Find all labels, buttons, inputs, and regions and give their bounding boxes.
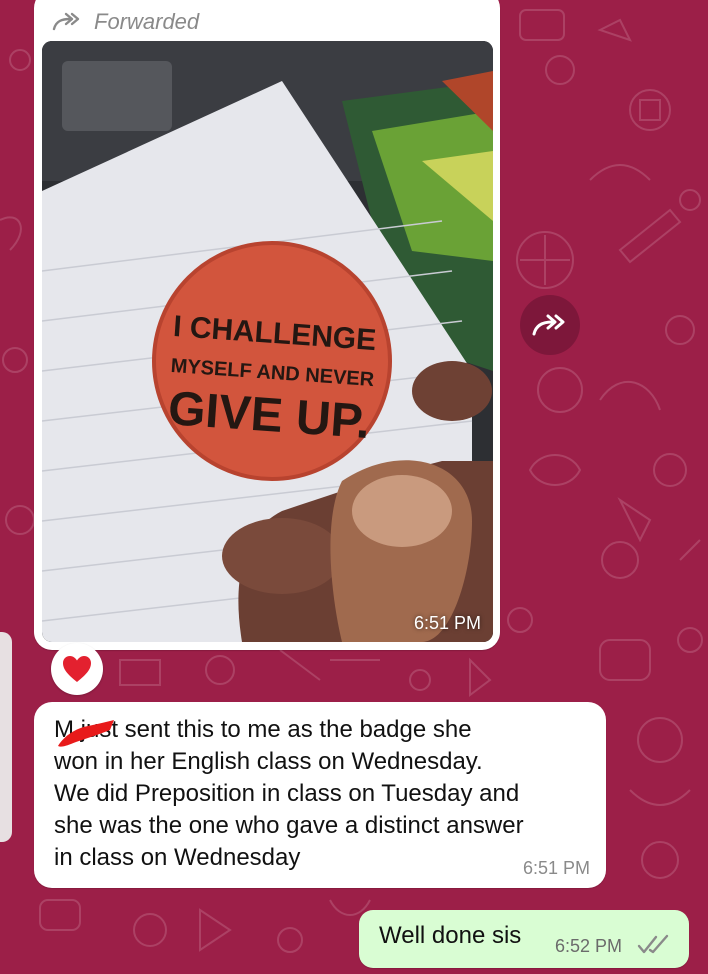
forward-button[interactable] xyxy=(520,295,580,355)
forwarded-image-message[interactable]: Forwarded I CHALLENGE MYSELF AND NEVER G… xyxy=(34,0,500,650)
outgoing-message-text: Well done sis xyxy=(379,922,522,949)
heart-icon xyxy=(63,656,91,682)
message-timestamp: 6:51 PM xyxy=(522,858,590,878)
double-check-icon xyxy=(637,934,669,954)
forward-icon xyxy=(532,314,565,336)
badge-photo[interactable]: I CHALLENGE MYSELF AND NEVER GIVE UP. 6:… xyxy=(42,41,493,642)
edge-panel-handle[interactable] xyxy=(0,632,12,842)
image-timestamp: 6:51 PM xyxy=(413,613,481,633)
incoming-text-message[interactable]: M just sent this to me as the badge she … xyxy=(34,702,606,888)
outgoing-text-message[interactable]: Well done sis 6:52 PM xyxy=(359,910,689,968)
message-text: M just sent this to me as the badge she … xyxy=(54,716,524,871)
outgoing-timestamp: 6:52 PM xyxy=(555,936,623,956)
forwarded-indicator: Forwarded xyxy=(52,4,199,40)
forwarded-arrows-icon xyxy=(52,12,80,31)
redaction-scribble xyxy=(58,720,114,747)
forwarded-label: Forwarded xyxy=(94,9,200,34)
reaction-badge[interactable] xyxy=(51,643,103,695)
